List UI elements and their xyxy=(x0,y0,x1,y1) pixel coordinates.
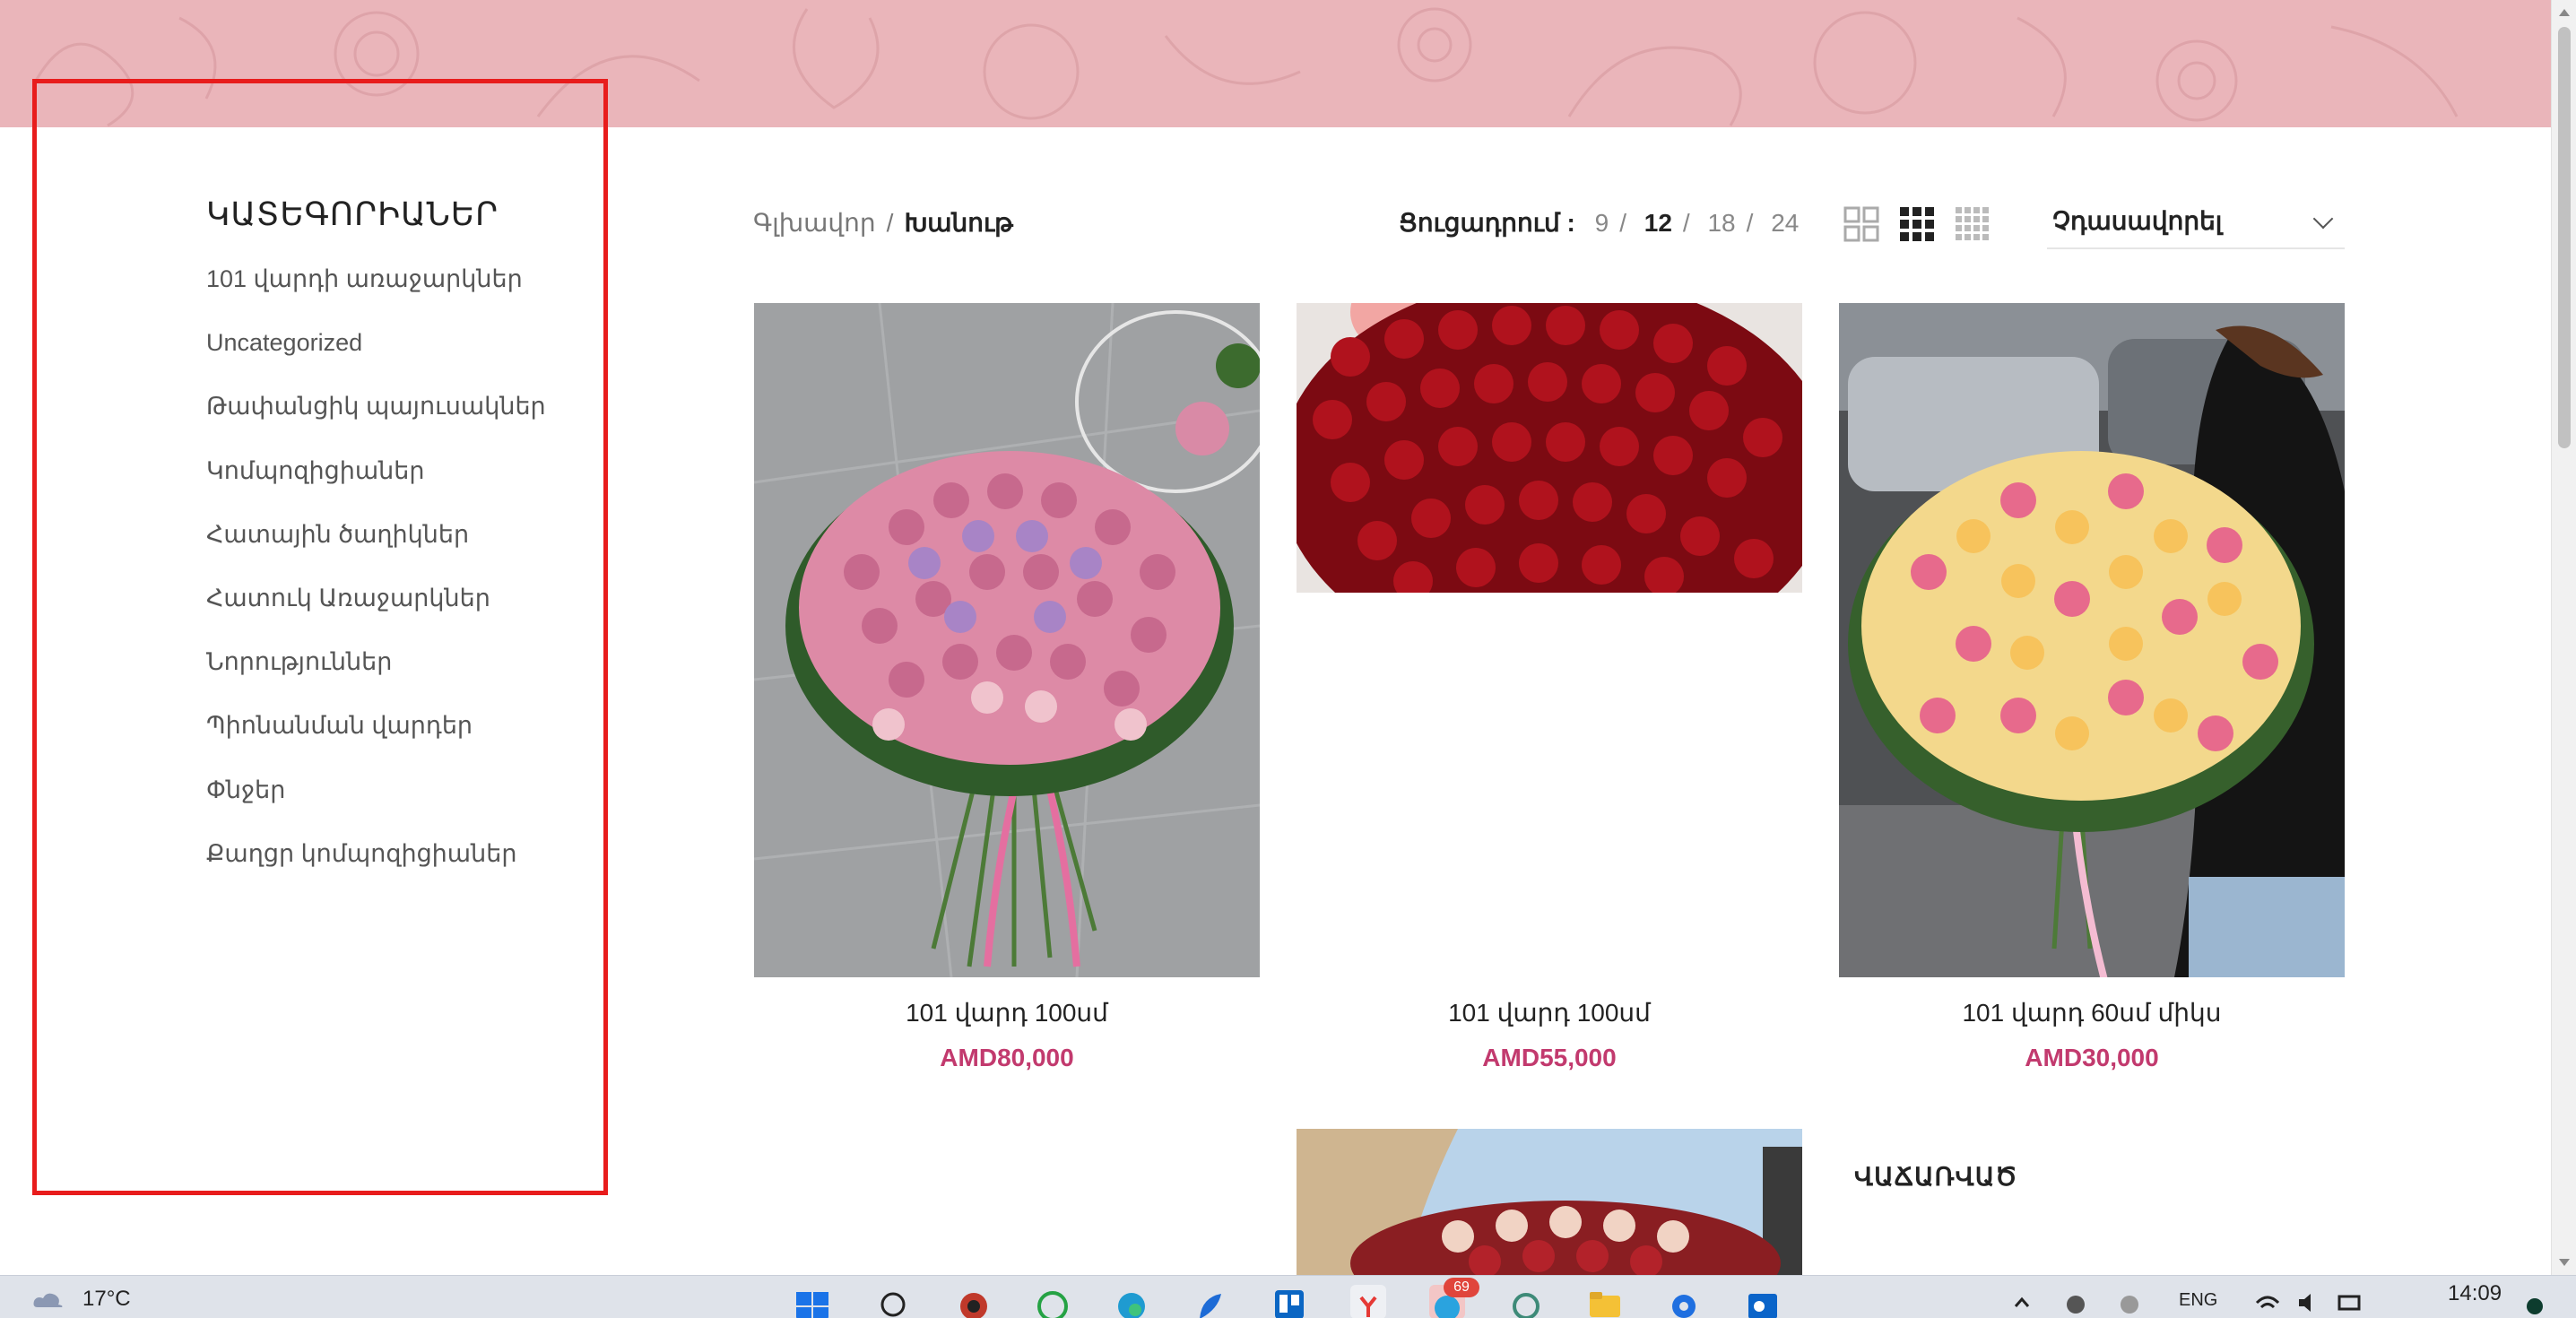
windows-start-icon[interactable] xyxy=(794,1285,830,1318)
notification-badge: 69 xyxy=(1444,1278,1479,1297)
product-price: AMD30,000 xyxy=(2025,1044,2159,1071)
product-name[interactable]: 101 վարդ 60սմ միկս xyxy=(1839,998,2345,1028)
chatgpt-icon[interactable] xyxy=(1508,1285,1544,1318)
categories-sidebar: ԿԱՏԵԳՈՐԻԱՆԵՐ 101 վարդի առաջարկներ Uncate… xyxy=(206,195,583,902)
yandex-browser-icon[interactable] xyxy=(1350,1285,1386,1318)
category-link[interactable]: Նորություններ xyxy=(206,646,583,710)
search-icon[interactable] xyxy=(877,1285,913,1318)
product-image[interactable] xyxy=(1297,1129,1802,1275)
category-link[interactable]: Քաղցր կոմպոզիցիաներ xyxy=(206,838,583,902)
per-page-separator: / xyxy=(1619,209,1626,237)
battery-icon[interactable] xyxy=(2337,1288,2364,1315)
chevron-down-icon xyxy=(2312,208,2334,230)
weather-cloud-icon xyxy=(33,1293,63,1307)
sort-select[interactable]: Չդասավորել xyxy=(2047,206,2345,249)
product-price: AMD80,000 xyxy=(940,1044,1074,1071)
product-card: 101 վարդ 100սմ AMD80,000 xyxy=(754,303,1260,1083)
product-price: AMD55,000 xyxy=(1482,1044,1617,1071)
sidebar-title: ԿԱՏԵԳՈՐԻԱՆԵՐ xyxy=(206,195,499,232)
category-link[interactable]: Թափանցիկ պայուսակներ xyxy=(206,391,583,455)
grid-2-icon[interactable] xyxy=(1842,204,1881,244)
breadcrumb: Գլխավոր / Խանութ xyxy=(753,208,1013,238)
per-page-option-active[interactable]: 12 xyxy=(1644,209,1672,237)
category-link[interactable]: Կոմպոզիցիաներ xyxy=(206,455,583,519)
file-explorer-icon[interactable] xyxy=(1587,1285,1623,1318)
weather-temperature: 17°C xyxy=(82,1287,131,1311)
wifi-icon[interactable] xyxy=(2254,1288,2281,1315)
breadcrumb-home-link[interactable]: Գլխավոր xyxy=(753,209,876,237)
scroll-thumb[interactable] xyxy=(2558,27,2571,448)
notification-dot-icon[interactable] xyxy=(2521,1288,2548,1315)
category-link[interactable]: 101 վարդի առաջարկներ xyxy=(206,264,583,327)
product-card: 101 վարդ 60սմ միկս AMD30,000 xyxy=(1839,303,2345,1083)
settings-icon[interactable] xyxy=(1666,1285,1702,1318)
scroll-down-icon[interactable] xyxy=(2559,1259,2570,1266)
whatsapp-icon[interactable] xyxy=(1035,1285,1071,1318)
product-image[interactable] xyxy=(754,303,1260,977)
tray-app-icon[interactable] xyxy=(2116,1288,2143,1315)
chevron-up-icon[interactable] xyxy=(2008,1288,2035,1315)
per-page-option[interactable]: 24 xyxy=(1771,209,1799,237)
app-blue-icon[interactable] xyxy=(1193,1285,1228,1318)
per-page-label: Ցուցադրում : xyxy=(1399,209,1575,237)
category-link[interactable]: Փնջեր xyxy=(206,775,583,838)
category-link[interactable]: Հատային ծաղիկներ xyxy=(206,519,583,583)
product-image[interactable] xyxy=(1297,303,1802,593)
edge-browser-icon[interactable] xyxy=(1114,1285,1149,1318)
per-page-option[interactable]: 9 xyxy=(1595,209,1609,237)
grid-3-icon[interactable] xyxy=(1897,204,1937,244)
clock-time[interactable]: 14:09 xyxy=(2448,1281,2502,1306)
taskbar: 17°C 69 ENG 14:09 xyxy=(0,1275,2576,1318)
per-page-separator: / xyxy=(1682,209,1690,237)
trello-icon[interactable] xyxy=(1271,1285,1307,1318)
sold-out-label: ՎԱՃԱՌՎԱԾ xyxy=(1854,1163,2018,1191)
category-link[interactable]: Պիոնանման վարդեր xyxy=(206,710,583,774)
scroll-up-icon[interactable] xyxy=(2559,9,2570,16)
category-link[interactable]: Uncategorized xyxy=(206,327,583,391)
breadcrumb-separator: / xyxy=(886,209,894,237)
product-name[interactable]: 101 վարդ 100սմ xyxy=(754,998,1260,1028)
product-name[interactable]: 101 վարդ 100սմ xyxy=(1297,998,1802,1028)
page-scrollbar[interactable] xyxy=(2551,0,2576,1275)
per-page-option[interactable]: 18 xyxy=(1707,209,1735,237)
product-image[interactable] xyxy=(1839,303,2345,977)
breadcrumb-current: Խանութ xyxy=(904,209,1013,237)
page: ԿԱՏԵԳՈՐԻԱՆԵՐ 101 վարդի առաջարկներ Uncate… xyxy=(0,0,2576,1318)
per-page-selector: Ցուցադրում : 9 / 12 / 18 / 24 xyxy=(1399,208,1799,238)
app-red-icon[interactable] xyxy=(956,1285,992,1318)
sort-selected-value: Չդասավորել xyxy=(2052,207,2223,235)
volume-icon[interactable] xyxy=(2295,1288,2322,1315)
grid-4-icon[interactable] xyxy=(1953,204,1992,244)
product-card: 101 վարդ 100սմ AMD55,000 xyxy=(1297,303,1802,1083)
tray-app-icon[interactable] xyxy=(2062,1288,2089,1315)
outlook-icon[interactable] xyxy=(1745,1285,1781,1318)
language-indicator[interactable]: ENG xyxy=(2179,1290,2217,1311)
category-link[interactable]: Հատուկ Առաջարկներ xyxy=(206,583,583,646)
per-page-separator: / xyxy=(1746,209,1754,237)
weather-widget[interactable]: 17°C xyxy=(32,1287,131,1312)
